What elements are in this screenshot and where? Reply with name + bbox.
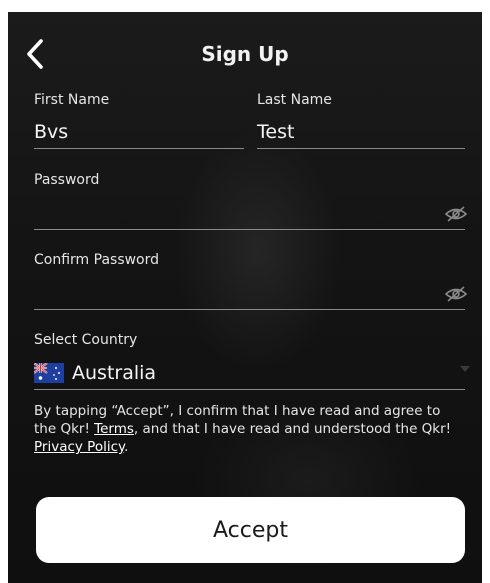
confirm-password-field[interactable] <box>34 274 434 308</box>
first-name-label: First Name <box>34 92 110 108</box>
password-underline <box>34 229 465 230</box>
password-field[interactable] <box>34 194 434 228</box>
privacy-policy-link[interactable]: Privacy Policy <box>34 439 124 455</box>
dropdown-caret-icon[interactable] <box>460 366 470 372</box>
terms-link[interactable]: Terms <box>94 421 134 437</box>
first-name-value: Bvs <box>34 121 69 143</box>
confirm-password-label: Confirm Password <box>34 252 160 268</box>
eye-slash-icon[interactable] <box>444 205 468 223</box>
country-underline <box>34 389 465 390</box>
country-select[interactable]: Australia <box>34 356 465 388</box>
legal-consent-text: By tapping “Accept”, I confirm that I ha… <box>34 402 454 456</box>
first-name-field[interactable]: Bvs <box>34 112 244 148</box>
last-name-field[interactable]: Test <box>257 112 465 148</box>
legal-text-end: . <box>124 439 129 455</box>
first-name-underline <box>34 148 244 149</box>
signup-screen: Sign Up First Name Bvs Last Name Test Pa… <box>8 12 482 583</box>
page-title: Sign Up <box>201 42 289 66</box>
legal-text-middle: , and that I have read and understood th… <box>133 421 452 437</box>
last-name-label: Last Name <box>257 92 332 108</box>
country-label: Select Country <box>34 332 138 348</box>
password-label: Password <box>34 172 100 188</box>
last-name-underline <box>257 148 465 149</box>
confirm-password-underline <box>34 309 465 310</box>
australia-flag-icon <box>34 363 64 383</box>
last-name-value: Test <box>257 121 295 143</box>
eye-slash-icon[interactable] <box>444 285 468 303</box>
accept-button[interactable]: Accept <box>36 497 465 563</box>
country-value: Australia <box>72 362 157 384</box>
